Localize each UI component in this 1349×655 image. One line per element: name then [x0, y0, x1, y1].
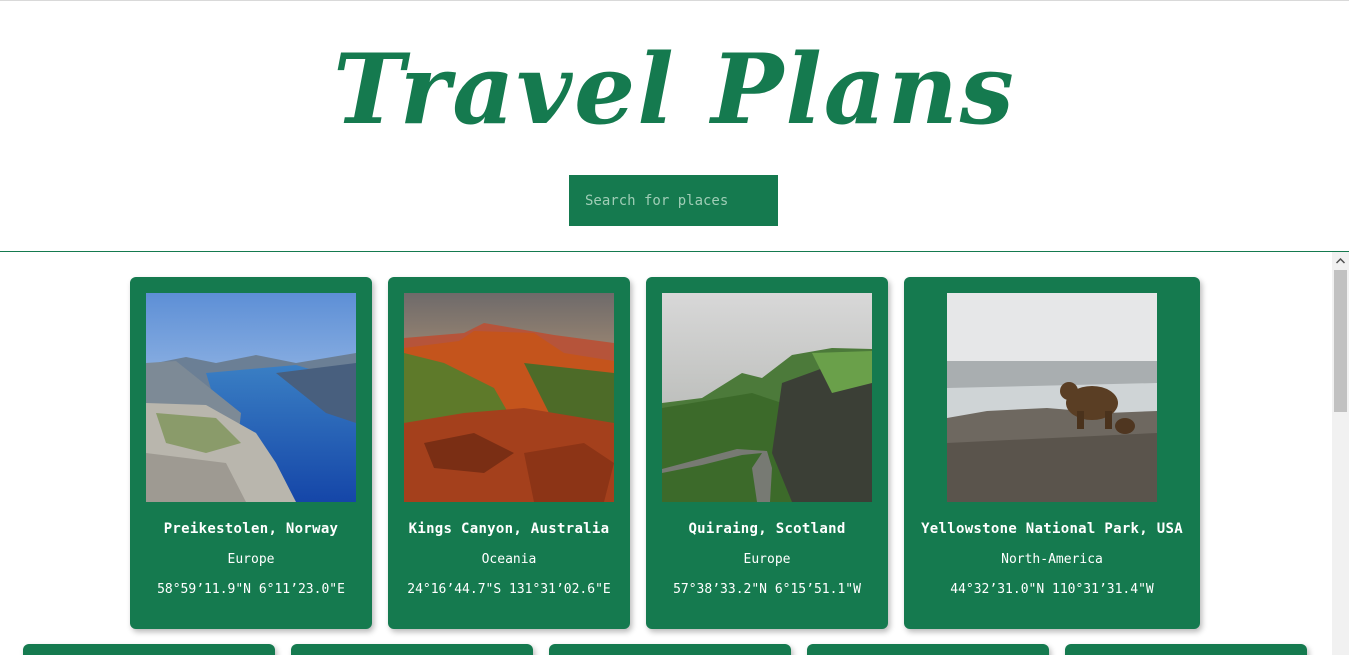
- place-name: Yellowstone National Park, USA: [921, 521, 1183, 537]
- site-title: Travel Plans: [333, 33, 1016, 146]
- place-card[interactable]: Quiraing, Scotland Europe 57°38’33.2"N 6…: [646, 277, 888, 629]
- place-card[interactable]: Yellowstone National Park, USA North-Ame…: [904, 277, 1200, 629]
- place-card[interactable]: Preikestolen, Norway Europe 58°59’11.9"N…: [130, 277, 372, 629]
- place-card[interactable]: [549, 644, 791, 655]
- place-continent: North-America: [1001, 552, 1103, 567]
- place-card[interactable]: [291, 644, 533, 655]
- grizzly-bear-photo: [947, 293, 1157, 502]
- place-continent: Europe: [743, 552, 791, 567]
- place-coordinates: 57°38’33.2"N 6°15’51.1"W: [673, 582, 861, 597]
- place-card[interactable]: [807, 644, 1049, 655]
- place-name: Quiraing, Scotland: [688, 521, 846, 537]
- scroll-up-arrow-icon[interactable]: [1332, 252, 1349, 269]
- place-name: Preikestolen, Norway: [163, 521, 339, 537]
- scrollbar[interactable]: [1332, 252, 1349, 655]
- place-coordinates: 58°59’11.9"N 6°11’23.0"E: [157, 582, 345, 597]
- top-border: [0, 0, 1349, 1]
- green-highland-road-photo: [662, 293, 872, 502]
- place-card[interactable]: [1065, 644, 1307, 655]
- red-canyon-photo: [404, 293, 614, 502]
- search-input[interactable]: [569, 175, 778, 226]
- place-card[interactable]: [23, 644, 275, 655]
- place-continent: Europe: [227, 552, 275, 567]
- place-card[interactable]: Kings Canyon, Australia Oceania 24°16’44…: [388, 277, 630, 629]
- place-continent: Oceania: [481, 552, 537, 567]
- results-panel[interactable]: Preikestolen, Norway Europe 58°59’11.9"N…: [0, 251, 1349, 655]
- scrollbar-thumb[interactable]: [1334, 270, 1347, 412]
- place-coordinates: 44°32’31.0"N 110°31’31.4"W: [950, 582, 1154, 597]
- place-name: Kings Canyon, Australia: [408, 521, 610, 537]
- fjord-cliff-photo: [146, 293, 356, 502]
- place-coordinates: 24°16’44.7"S 131°31’02.6"E: [407, 582, 611, 597]
